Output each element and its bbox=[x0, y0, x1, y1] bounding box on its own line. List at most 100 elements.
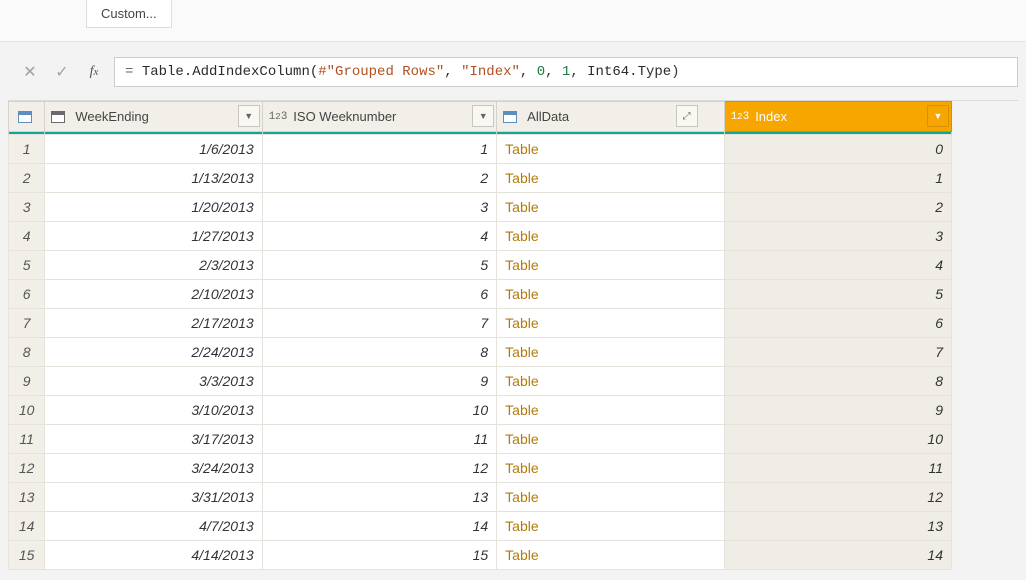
table-row[interactable]: 11/6/20131Table0 bbox=[9, 135, 952, 164]
cell-iso-weeknumber[interactable]: 6 bbox=[262, 280, 496, 309]
row-number[interactable]: 10 bbox=[9, 396, 45, 425]
cell-index[interactable]: 4 bbox=[724, 251, 951, 280]
cell-index[interactable]: 9 bbox=[724, 396, 951, 425]
row-number[interactable]: 9 bbox=[9, 367, 45, 396]
cell-iso-weeknumber[interactable]: 9 bbox=[262, 367, 496, 396]
cell-weekending[interactable]: 3/17/2013 bbox=[45, 425, 262, 454]
table-row[interactable]: 103/10/201310Table9 bbox=[9, 396, 952, 425]
cell-alldata-table-link[interactable]: Table bbox=[497, 222, 724, 251]
cell-iso-weeknumber[interactable]: 3 bbox=[262, 193, 496, 222]
cell-alldata-table-link[interactable]: Table bbox=[497, 135, 724, 164]
cell-index[interactable]: 11 bbox=[724, 454, 951, 483]
fx-button[interactable]: fx bbox=[78, 58, 110, 86]
table-row[interactable]: 123/24/201312Table11 bbox=[9, 454, 952, 483]
cell-index[interactable]: 1 bbox=[724, 164, 951, 193]
cell-weekending[interactable]: 4/14/2013 bbox=[45, 541, 262, 570]
row-number[interactable]: 2 bbox=[9, 164, 45, 193]
cell-weekending[interactable]: 3/3/2013 bbox=[45, 367, 262, 396]
column-header-iso-weeknumber[interactable]: 123 ISO Weeknumber ▼ bbox=[262, 102, 496, 132]
table-row[interactable]: 72/17/20137Table6 bbox=[9, 309, 952, 338]
row-number[interactable]: 11 bbox=[9, 425, 45, 454]
cell-alldata-table-link[interactable]: Table bbox=[497, 454, 724, 483]
cell-weekending[interactable]: 2/3/2013 bbox=[45, 251, 262, 280]
cell-weekending[interactable]: 2/17/2013 bbox=[45, 309, 262, 338]
cell-alldata-table-link[interactable]: Table bbox=[497, 367, 724, 396]
cell-weekending[interactable]: 3/24/2013 bbox=[45, 454, 262, 483]
column-filter-button[interactable]: ▼ bbox=[472, 105, 494, 127]
formula-input[interactable]: = Table.AddIndexColumn(#"Grouped Rows", … bbox=[114, 57, 1018, 87]
cell-iso-weeknumber[interactable]: 2 bbox=[262, 164, 496, 193]
table-row[interactable]: 31/20/20133Table2 bbox=[9, 193, 952, 222]
cell-index[interactable]: 3 bbox=[724, 222, 951, 251]
cell-iso-weeknumber[interactable]: 14 bbox=[262, 512, 496, 541]
cell-iso-weeknumber[interactable]: 4 bbox=[262, 222, 496, 251]
cell-alldata-table-link[interactable]: Table bbox=[497, 280, 724, 309]
cell-alldata-table-link[interactable]: Table bbox=[497, 164, 724, 193]
cell-alldata-table-link[interactable]: Table bbox=[497, 425, 724, 454]
cell-iso-weeknumber[interactable]: 8 bbox=[262, 338, 496, 367]
cancel-button[interactable]: ✕ bbox=[14, 58, 46, 86]
cell-alldata-table-link[interactable]: Table bbox=[497, 541, 724, 570]
cell-alldata-table-link[interactable]: Table bbox=[497, 512, 724, 541]
cell-index[interactable]: 14 bbox=[724, 541, 951, 570]
row-number[interactable]: 12 bbox=[9, 454, 45, 483]
cell-iso-weeknumber[interactable]: 10 bbox=[262, 396, 496, 425]
cell-iso-weeknumber[interactable]: 7 bbox=[262, 309, 496, 338]
cell-index[interactable]: 12 bbox=[724, 483, 951, 512]
commit-button[interactable]: ✓ bbox=[46, 58, 78, 86]
cell-index[interactable]: 8 bbox=[724, 367, 951, 396]
cell-weekending[interactable]: 2/10/2013 bbox=[45, 280, 262, 309]
table-row[interactable]: 133/31/201313Table12 bbox=[9, 483, 952, 512]
table-row[interactable]: 144/7/201314Table13 bbox=[9, 512, 952, 541]
cell-iso-weeknumber[interactable]: 11 bbox=[262, 425, 496, 454]
column-header-index-selected[interactable]: 123 Index ▼ bbox=[724, 102, 951, 132]
cell-index[interactable]: 7 bbox=[724, 338, 951, 367]
cell-weekending[interactable]: 1/27/2013 bbox=[45, 222, 262, 251]
column-header-alldata[interactable]: AllData ⤢ bbox=[497, 102, 724, 132]
cell-weekending[interactable]: 1/13/2013 bbox=[45, 164, 262, 193]
cell-weekending[interactable]: 2/24/2013 bbox=[45, 338, 262, 367]
row-number[interactable]: 15 bbox=[9, 541, 45, 570]
cell-alldata-table-link[interactable]: Table bbox=[497, 396, 724, 425]
table-row[interactable]: 52/3/20135Table4 bbox=[9, 251, 952, 280]
cell-index[interactable]: 5 bbox=[724, 280, 951, 309]
ribbon-button-custom[interactable]: Custom... bbox=[86, 0, 172, 28]
cell-weekending[interactable]: 1/6/2013 bbox=[45, 135, 262, 164]
cell-index[interactable]: 10 bbox=[724, 425, 951, 454]
cell-index[interactable]: 6 bbox=[724, 309, 951, 338]
table-row[interactable]: 113/17/201311Table10 bbox=[9, 425, 952, 454]
cell-iso-weeknumber[interactable]: 15 bbox=[262, 541, 496, 570]
column-header-weekending[interactable]: WeekEnding ▼ bbox=[45, 102, 262, 132]
cell-iso-weeknumber[interactable]: 5 bbox=[262, 251, 496, 280]
table-row[interactable]: 82/24/20138Table7 bbox=[9, 338, 952, 367]
cell-weekending[interactable]: 3/10/2013 bbox=[45, 396, 262, 425]
select-all-corner[interactable] bbox=[9, 102, 45, 132]
cell-weekending[interactable]: 3/31/2013 bbox=[45, 483, 262, 512]
row-number[interactable]: 1 bbox=[9, 135, 45, 164]
row-number[interactable]: 7 bbox=[9, 309, 45, 338]
table-row[interactable]: 62/10/20136Table5 bbox=[9, 280, 952, 309]
row-number[interactable]: 13 bbox=[9, 483, 45, 512]
row-number[interactable]: 6 bbox=[9, 280, 45, 309]
cell-index[interactable]: 0 bbox=[724, 135, 951, 164]
cell-alldata-table-link[interactable]: Table bbox=[497, 483, 724, 512]
cell-alldata-table-link[interactable]: Table bbox=[497, 251, 724, 280]
cell-weekending[interactable]: 4/7/2013 bbox=[45, 512, 262, 541]
column-filter-button[interactable]: ▼ bbox=[927, 105, 949, 127]
expand-column-button[interactable]: ⤢ bbox=[676, 105, 698, 127]
cell-iso-weeknumber[interactable]: 12 bbox=[262, 454, 496, 483]
row-number[interactable]: 14 bbox=[9, 512, 45, 541]
row-number[interactable]: 4 bbox=[9, 222, 45, 251]
table-row[interactable]: 21/13/20132Table1 bbox=[9, 164, 952, 193]
table-row[interactable]: 154/14/201315Table14 bbox=[9, 541, 952, 570]
cell-iso-weeknumber[interactable]: 13 bbox=[262, 483, 496, 512]
row-number[interactable]: 8 bbox=[9, 338, 45, 367]
row-number[interactable]: 5 bbox=[9, 251, 45, 280]
cell-index[interactable]: 2 bbox=[724, 193, 951, 222]
cell-alldata-table-link[interactable]: Table bbox=[497, 193, 724, 222]
column-filter-button[interactable]: ▼ bbox=[238, 105, 260, 127]
table-row[interactable]: 41/27/20134Table3 bbox=[9, 222, 952, 251]
cell-index[interactable]: 13 bbox=[724, 512, 951, 541]
cell-alldata-table-link[interactable]: Table bbox=[497, 338, 724, 367]
row-number[interactable]: 3 bbox=[9, 193, 45, 222]
